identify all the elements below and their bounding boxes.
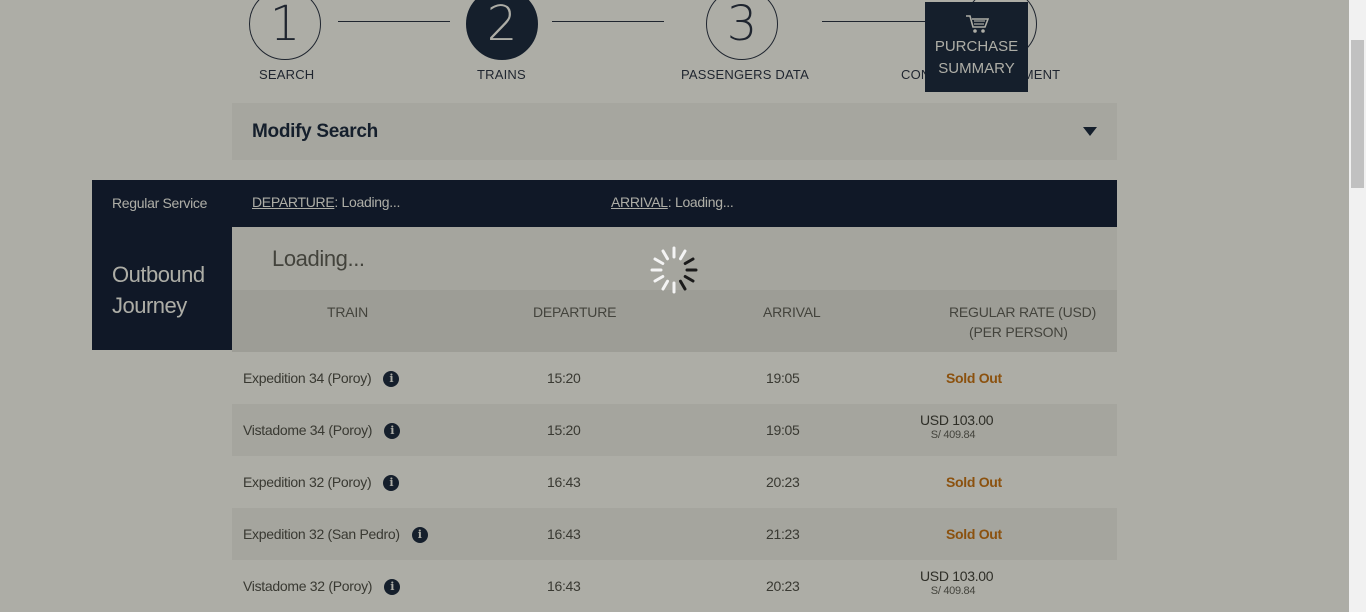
scrollbar-thumb[interactable]: [1351, 40, 1364, 188]
page: 1 SEARCH 2 TRAINS 3 PASSENGERS DATA 4 CO…: [0, 0, 1349, 612]
loading-spinner-icon: [650, 246, 698, 294]
loading-overlay: [0, 0, 1349, 612]
